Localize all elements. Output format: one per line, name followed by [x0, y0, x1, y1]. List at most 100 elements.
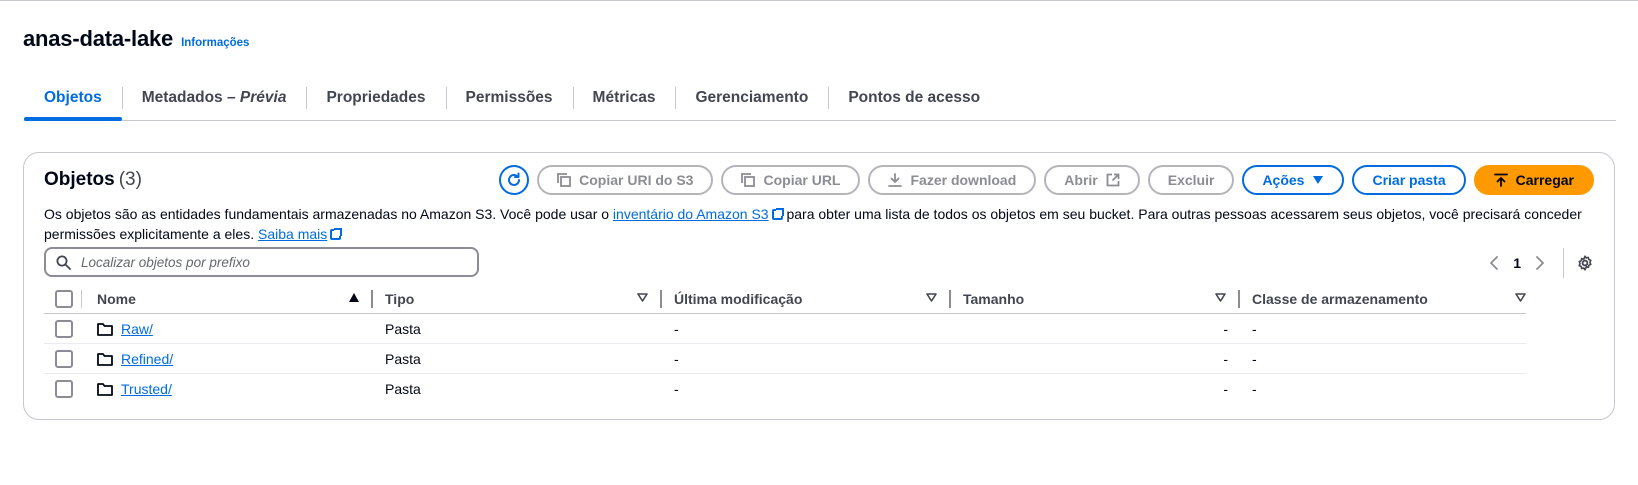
tab-management[interactable]: Gerenciamento	[675, 76, 828, 120]
name-cell: Trusted/	[84, 374, 373, 403]
delete-label: Excluir	[1167, 172, 1215, 188]
row-select-cell	[44, 344, 84, 373]
download-button[interactable]: Fazer download	[868, 165, 1037, 195]
refresh-button[interactable]	[499, 165, 530, 195]
pagination-divider	[1563, 248, 1564, 278]
download-label: Fazer download	[910, 172, 1017, 188]
objects-count: (3)	[118, 169, 142, 190]
sort-icon	[1215, 293, 1226, 302]
learn-more-link[interactable]: Saiba mais	[258, 226, 327, 242]
objects-container: Objetos(3) Copiar URI do S3 Copiar URL	[23, 152, 1615, 420]
size-value: -	[1223, 320, 1228, 337]
size-cell: -	[951, 374, 1240, 403]
create-folder-button[interactable]: Criar pasta	[1352, 165, 1466, 195]
column-header-type[interactable]: Tipo	[373, 285, 662, 313]
column-header-size[interactable]: Tamanho	[951, 285, 1240, 313]
row-select-cell	[44, 374, 84, 403]
next-page-button[interactable]	[1527, 250, 1553, 276]
column-label: Nome	[97, 291, 136, 307]
column-header-name[interactable]: Nome	[84, 285, 373, 313]
size-value: -	[1223, 350, 1228, 367]
tab-metadata[interactable]: Metadados – Prévia	[121, 76, 307, 120]
type-cell: Pasta	[385, 380, 421, 397]
table-row[interactable]: Raw/ Pasta - - -	[44, 314, 1526, 344]
delete-button[interactable]: Excluir	[1147, 165, 1235, 195]
folder-icon	[97, 352, 113, 366]
tab-properties[interactable]: Propriedades	[306, 76, 445, 120]
external-link-icon	[1106, 173, 1120, 187]
open-button[interactable]: Abrir	[1044, 165, 1140, 195]
type-cell: Pasta	[385, 320, 421, 337]
external-link-icon	[771, 208, 784, 220]
table-row[interactable]: Trusted/ Pasta - - -	[44, 374, 1526, 403]
current-page[interactable]: 1	[1507, 255, 1527, 271]
tab-label: Pontos de acesso	[848, 89, 981, 106]
storage-class-cell: -	[1252, 350, 1257, 367]
learn-more-label: Saiba mais	[258, 226, 328, 242]
copy-url-label: Copiar URL	[763, 172, 841, 188]
row-checkbox[interactable]	[55, 349, 73, 368]
search-input[interactable]	[79, 253, 463, 271]
actions-label: Ações	[1262, 172, 1305, 188]
chevron-left-icon	[1490, 256, 1499, 270]
copy-url-button[interactable]: Copiar URL	[721, 165, 861, 195]
objects-heading: Objetos (3)	[44, 169, 142, 191]
size-value: -	[1223, 380, 1228, 397]
column-label: Última modificação	[674, 291, 803, 307]
folder-icon	[97, 322, 113, 336]
chevron-right-icon	[1536, 256, 1544, 270]
page-header: anas-data-lake Informações	[23, 26, 249, 52]
objects-table: Nome Tipo Última modificação Tamanho Cla…	[44, 285, 1526, 403]
folder-link[interactable]: Trusted/	[121, 381, 172, 397]
storage-class-cell: -	[1252, 380, 1257, 397]
gear-icon	[1578, 255, 1592, 271]
tab-metrics[interactable]: Métricas	[572, 76, 676, 120]
row-checkbox[interactable]	[55, 319, 73, 338]
pagination: 1	[1481, 248, 1598, 278]
folder-link[interactable]: Refined/	[121, 351, 173, 367]
upload-label: Carregar	[1515, 172, 1574, 188]
size-cell: -	[951, 344, 1240, 373]
tab-permissions[interactable]: Permissões	[445, 76, 573, 120]
tab-objects[interactable]: Objetos	[24, 76, 122, 121]
last-modified-cell: -	[674, 320, 679, 337]
inventory-link[interactable]: inventário do Amazon S3	[613, 206, 769, 222]
search-icon	[56, 255, 71, 270]
tab-access-points[interactable]: Pontos de acesso	[828, 76, 1000, 120]
sort-icon	[637, 293, 648, 302]
copy-icon	[741, 173, 756, 187]
description-text: Os objetos são as entidades fundamentais…	[44, 206, 613, 222]
column-header-last-modified[interactable]: Última modificação	[662, 285, 951, 313]
sort-icon	[926, 293, 937, 302]
create-folder-label: Criar pasta	[1372, 172, 1446, 188]
header-select-cell	[44, 285, 84, 313]
copy-s3-uri-button[interactable]: Copiar URI do S3	[537, 165, 714, 195]
tab-label: Metadados –	[141, 89, 236, 106]
search-field[interactable]	[44, 247, 479, 277]
copy-s3-uri-label: Copiar URI do S3	[579, 172, 694, 188]
sort-ascending-icon	[349, 293, 359, 302]
table-row[interactable]: Refined/ Pasta - - -	[44, 344, 1526, 374]
preferences-button[interactable]	[1572, 250, 1598, 276]
column-label: Tamanho	[963, 291, 1025, 307]
select-all-checkbox[interactable]	[55, 290, 73, 308]
last-modified-cell: -	[674, 380, 679, 397]
name-cell: Raw/	[84, 314, 373, 343]
upload-button[interactable]: Carregar	[1473, 165, 1594, 195]
copy-icon	[557, 173, 572, 187]
previous-page-button[interactable]	[1481, 250, 1507, 276]
name-cell: Refined/	[84, 344, 373, 373]
actions-dropdown[interactable]: Ações	[1242, 165, 1345, 195]
external-link-icon	[330, 228, 343, 240]
upload-icon	[1493, 173, 1508, 187]
info-link[interactable]: Informações	[181, 37, 249, 49]
column-label: Classe de armazenamento	[1252, 291, 1428, 307]
size-cell: -	[951, 314, 1240, 343]
last-modified-cell: -	[674, 350, 679, 367]
folder-link[interactable]: Raw/	[121, 321, 153, 337]
toolbar: Copiar URI do S3 Copiar URL Fazer downlo…	[499, 165, 1594, 195]
row-checkbox[interactable]	[55, 379, 73, 398]
inventory-link-label: inventário do Amazon S3	[612, 206, 769, 222]
column-header-storage-class[interactable]: Classe de armazenamento	[1240, 285, 1526, 313]
row-select-cell	[44, 314, 84, 343]
